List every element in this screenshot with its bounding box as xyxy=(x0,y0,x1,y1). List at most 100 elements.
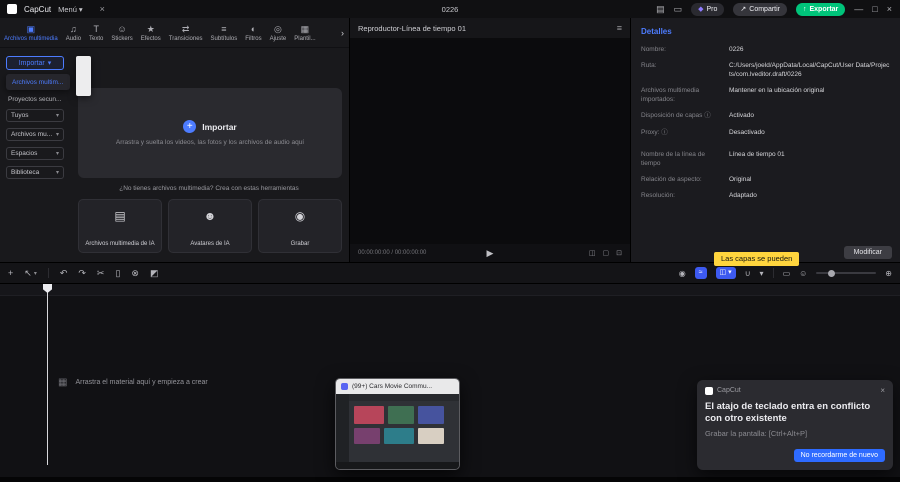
thumbnail-block xyxy=(384,428,414,444)
playhead-line[interactable] xyxy=(47,284,48,465)
ratio-icon[interactable]: ◫ xyxy=(589,249,596,257)
detail-value: Activado xyxy=(729,112,754,120)
tab-audio[interactable]: ♫ Audio xyxy=(62,18,85,47)
tab-label: Efectos xyxy=(140,35,161,42)
select-espacios[interactable]: Espacios ▾ xyxy=(6,147,64,160)
tab-label: Texto xyxy=(89,35,104,42)
stickers-tab-icon: ☺ xyxy=(117,23,127,34)
templates-tab-icon: ▦ xyxy=(300,23,310,34)
player-menu-icon[interactable]: ≡ xyxy=(617,23,622,33)
tab-close-icon[interactable]: × xyxy=(100,4,105,14)
media-tab-icon: ▣ xyxy=(26,23,36,34)
play-button[interactable]: ▶ xyxy=(487,248,494,259)
zoom-slider-knob[interactable] xyxy=(828,269,836,277)
menu-button[interactable]: Menú ▾ xyxy=(58,5,83,14)
tab-texto[interactable]: T Texto xyxy=(85,18,107,47)
details-title: Detalles xyxy=(641,27,672,36)
record-audio-button[interactable]: ≈ xyxy=(694,267,707,279)
thumbnail-block xyxy=(418,406,444,424)
select-biblioteca[interactable]: Biblioteca ▾ xyxy=(6,166,64,179)
import-submenu-panel[interactable] xyxy=(76,56,91,96)
tab-filtros[interactable]: ◐ Filtros xyxy=(241,18,265,47)
tab-ajuste[interactable]: ◎ Ajuste xyxy=(266,18,291,47)
detail-value: Adaptado xyxy=(729,191,757,199)
timeline-zoom-slider[interactable] xyxy=(816,269,877,277)
fullscreen-icon[interactable]: ⊡ xyxy=(616,249,622,257)
timeline-ruler[interactable] xyxy=(0,284,900,296)
timeline-empty-hint: ▦ Arrastra el material aquí y empieza a … xyxy=(58,377,208,388)
import-dropdown-button[interactable]: Importar ▾ xyxy=(6,56,64,70)
import-drop-zone[interactable]: + Importar Arrastra y suelta los videos,… xyxy=(78,88,342,178)
share-button[interactable]: ↗ Compartir xyxy=(733,2,787,16)
share-icon: ↗ xyxy=(740,6,747,13)
thumbnail-top-strip xyxy=(349,394,459,401)
detail-row: Disposición de capas ⓘ Activado xyxy=(641,111,890,120)
detail-row: Ruta: C:/Users/joeld/AppData/Local/CapCut… xyxy=(641,61,890,79)
detail-row: Proxy: ⓘ Desactivado xyxy=(641,128,890,137)
tab-archivos-multimedia[interactable]: ▣ Archivos multimedia xyxy=(0,18,62,47)
trim-icon[interactable]: ▯ xyxy=(115,268,120,279)
toast-close-icon[interactable]: × xyxy=(880,386,885,395)
close-button[interactable]: × xyxy=(887,4,892,14)
window-app-icon xyxy=(341,383,348,390)
undo-icon[interactable]: ↶ xyxy=(60,268,68,279)
tab-stickers[interactable]: ☺ Stickers xyxy=(107,18,136,47)
expand-icon[interactable]: ▢ xyxy=(603,249,610,257)
modify-button[interactable]: Modificar xyxy=(843,246,892,259)
tab-efectos[interactable]: ★ Efectos xyxy=(137,18,165,47)
tabs-scroll-right-icon[interactable]: › xyxy=(336,18,349,47)
emoji-icon[interactable]: ☺ xyxy=(799,269,807,278)
card-ai-media[interactable]: ▤ Archivos multimedia de IA xyxy=(78,199,162,253)
import-dropdown-menu-item[interactable]: Archivos multim... xyxy=(6,74,70,90)
zoom-fit-icon[interactable]: ⊕ xyxy=(885,269,892,278)
track-options-button[interactable]: ◫ ▾ xyxy=(715,267,736,279)
snap-dropdown-icon[interactable]: ▾ xyxy=(760,269,764,278)
video-preview-area[interactable] xyxy=(350,38,630,244)
cursor-icon: ↖ xyxy=(24,267,32,278)
card-ai-avatars[interactable]: ☻ Avatares de IA xyxy=(168,199,252,253)
record-icon: ◉ xyxy=(294,209,306,223)
tab-plantillas[interactable]: ▦ Plantil... xyxy=(290,18,319,47)
feedback-icon[interactable]: ▭ xyxy=(674,4,683,15)
mask-icon[interactable]: ◩ xyxy=(150,268,159,279)
filmstrip-icon: ▦ xyxy=(58,377,68,388)
tab-transiciones[interactable]: ⇄ Transiciones xyxy=(165,18,207,47)
select-archivos[interactable]: Archivos mu... ▾ xyxy=(6,128,64,141)
redo-icon[interactable]: ↷ xyxy=(78,268,86,279)
preview-window-titlebar[interactable]: (99+) Cars Movie Commu... xyxy=(336,379,459,394)
capcut-logo xyxy=(7,4,17,14)
tool-cards: ▤ Archivos multimedia de IA ☻ Avatares d… xyxy=(78,199,342,253)
shortcut-conflict-toast: CapCut × El atajo de teclado entra en co… xyxy=(697,380,893,470)
export-button[interactable]: ↑ Exportar xyxy=(796,2,846,16)
bottom-edge-strip xyxy=(0,477,900,482)
add-media-icon[interactable]: + xyxy=(8,268,13,278)
toolbar-divider xyxy=(772,268,774,278)
toast-app-name: CapCut xyxy=(717,387,741,394)
floating-preview-window[interactable]: (99+) Cars Movie Commu... xyxy=(335,378,460,470)
card-label: Avatares de IA xyxy=(190,240,230,247)
tab-subtitulos[interactable]: ≡ Subtítulos xyxy=(207,18,242,47)
pro-badge[interactable]: ◆ Pro xyxy=(691,2,725,16)
delete-icon[interactable]: ⊗ xyxy=(131,268,139,279)
screen-capture-icon[interactable]: ▭ xyxy=(783,269,791,278)
avatar-icon: ☻ xyxy=(203,209,217,223)
layout-icon[interactable]: ▤ xyxy=(656,4,665,15)
dont-remind-button[interactable]: No recordarme de nuevo xyxy=(793,449,885,462)
player-time: 00:00:00:00 / 00:00:00:00 xyxy=(358,250,427,256)
select-tool-button[interactable]: ↖ ▾ xyxy=(24,268,37,279)
maximize-button[interactable]: □ xyxy=(872,4,877,14)
minimize-button[interactable]: — xyxy=(854,4,863,14)
media-sidebar: Importar ▾ Archivos multim... Proyectos s… xyxy=(0,48,91,262)
detail-value: C:/Users/joeld/AppData/Local/CapCut/User… xyxy=(729,62,890,79)
toast-title: El atajo de teclado entra en conflicto c… xyxy=(705,401,871,424)
split-icon[interactable]: ✂ xyxy=(97,268,105,279)
sidebar-item-proyectos[interactable]: Proyectos secun... xyxy=(8,96,61,103)
voiceover-mic-icon[interactable]: ◉ xyxy=(679,269,686,278)
tab-label: Filtros xyxy=(245,35,262,42)
detail-row: Nombre de la línea de tiempo Línea de tie… xyxy=(641,150,890,168)
tab-label: Transiciones xyxy=(168,35,203,42)
select-tuyos[interactable]: Tuyos ▾ xyxy=(6,109,64,122)
card-record[interactable]: ◉ Grabar xyxy=(258,199,342,253)
magnet-snap-icon[interactable]: ∪ xyxy=(745,269,751,278)
detail-row: Archivos multimedia importados: Mantener … xyxy=(641,86,890,104)
